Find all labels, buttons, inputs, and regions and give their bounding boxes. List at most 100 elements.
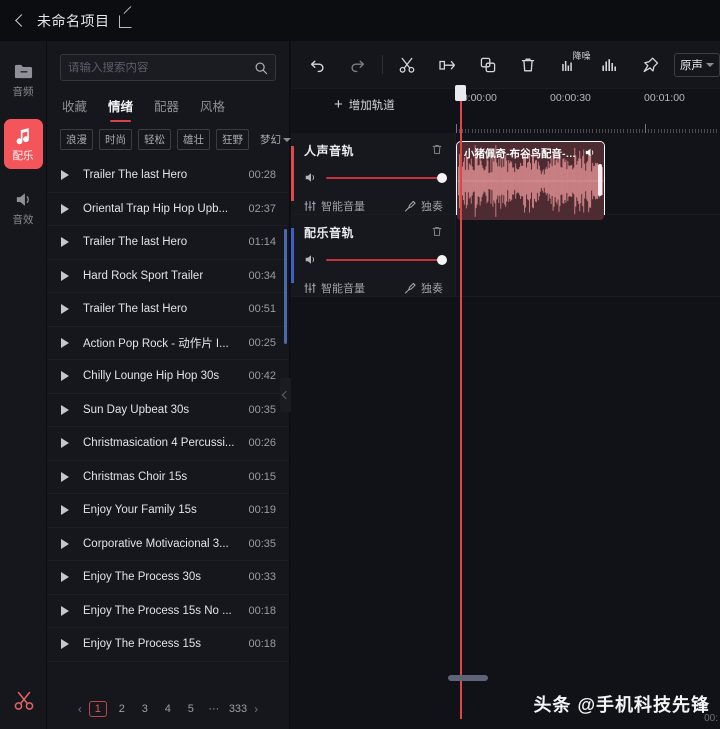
split-button[interactable]	[387, 42, 427, 88]
timeline-ruler[interactable]: 00:00:00 00:00:30 00:01:00	[456, 89, 720, 133]
page-number[interactable]: 333	[229, 703, 247, 715]
speaker-icon[interactable]	[304, 171, 318, 184]
volume-slider-knob[interactable]	[437, 254, 447, 265]
tag-chip[interactable]: 时尚	[99, 129, 132, 150]
speaker-icon[interactable]	[584, 147, 597, 158]
audio-mode-dropdown[interactable]: 原声	[673, 52, 720, 77]
delete-button[interactable]	[508, 42, 548, 88]
song-row[interactable]: Enjoy The Process 15s 00:18	[47, 628, 289, 662]
editor-toolbar: 降噪 原声	[291, 41, 720, 89]
tab-collection[interactable]: 收藏	[62, 96, 87, 122]
song-list[interactable]: Trailer The last Hero 00:28 Oriental Trap …	[47, 159, 289, 689]
track-lane[interactable]	[456, 215, 720, 296]
song-duration: 00:15	[248, 470, 276, 483]
song-row[interactable]: Enjoy The Process 15s No ... 00:18	[47, 595, 289, 628]
undo-button[interactable]	[297, 42, 337, 88]
song-row[interactable]: Oriental Trap Hip Hop Upb... 02:37	[47, 193, 289, 226]
song-row[interactable]: Trailer The last Hero 00:28	[47, 159, 289, 193]
song-row[interactable]: Enjoy The Process 30s 00:33	[47, 561, 289, 595]
search-icon[interactable]	[254, 61, 268, 75]
rail-item-music[interactable]: 配乐	[3, 119, 43, 169]
page-number[interactable]: 4	[160, 703, 176, 715]
song-row[interactable]: Corporative Motivacional 3... 00:35	[47, 528, 289, 561]
sliders-icon	[304, 282, 316, 294]
panel-scrollbar[interactable]	[284, 229, 287, 344]
pagination-next[interactable]: ›	[254, 702, 258, 716]
add-track-button[interactable]: + 增加轨道	[334, 97, 395, 113]
song-row[interactable]: Christmas Choir 15s 00:15	[47, 461, 289, 494]
play-icon[interactable]	[61, 471, 69, 482]
speaker-icon[interactable]	[304, 253, 318, 266]
clip-resize-handle-right[interactable]	[598, 164, 602, 196]
play-icon[interactable]	[61, 170, 69, 181]
play-icon[interactable]	[61, 438, 69, 449]
ruler-label: 00:00:00	[456, 92, 497, 104]
trash-icon[interactable]	[430, 224, 444, 239]
song-row[interactable]: Chilly Lounge Hip Hop 30s 00:42	[47, 360, 289, 394]
song-row[interactable]: Trailer The last Hero 00:51	[47, 293, 289, 327]
song-row[interactable]: Hard Rock Sport Trailer 00:34	[47, 260, 289, 293]
search-bar[interactable]	[60, 54, 276, 81]
track-header[interactable]: 配乐音轨 智能音量 独奏	[291, 215, 456, 296]
pagination-prev[interactable]: ‹	[78, 702, 82, 716]
trash-icon[interactable]	[430, 142, 444, 157]
solo-toggle[interactable]: 独奏	[404, 280, 443, 296]
trim-clip-icon	[438, 60, 455, 70]
equalizer-button[interactable]	[589, 42, 629, 88]
edit-pencil-icon[interactable]	[118, 13, 134, 28]
volume-slider-knob[interactable]	[437, 172, 447, 183]
tag-chip[interactable]: 轻松	[138, 129, 171, 150]
song-duration: 00:26	[248, 437, 276, 450]
page-number[interactable]: 5	[183, 703, 199, 715]
tag-chip-more[interactable]: 梦幻	[255, 130, 291, 149]
volume-slider[interactable]	[326, 254, 447, 265]
play-icon[interactable]	[61, 538, 69, 549]
play-icon[interactable]	[61, 605, 69, 616]
denoise-button[interactable]: 降噪	[549, 42, 591, 88]
play-icon[interactable]	[61, 371, 69, 382]
song-row[interactable]: Enjoy Your Family 15s 00:19	[47, 494, 289, 528]
trim-button[interactable]	[427, 42, 467, 88]
timeline-horizontal-scrollbar[interactable]	[448, 675, 488, 681]
play-icon[interactable]	[61, 203, 69, 214]
redo-button[interactable]	[337, 42, 377, 88]
audio-clip[interactable]: 小猪佩奇-布谷鸟配音-16...	[456, 141, 605, 221]
tab-style[interactable]: 风格	[200, 96, 225, 122]
play-icon[interactable]	[61, 304, 69, 315]
page-number[interactable]: 3	[137, 703, 153, 715]
volume-slider[interactable]	[326, 172, 447, 183]
tag-chip[interactable]: 浪漫	[60, 129, 93, 150]
music-note-icon	[16, 127, 29, 144]
play-icon[interactable]	[61, 505, 69, 516]
scissors-icon[interactable]	[12, 689, 36, 713]
play-icon[interactable]	[61, 270, 69, 281]
song-row[interactable]: Trailer The last Hero 01:14	[47, 226, 289, 260]
tag-chip[interactable]: 狂野	[216, 129, 249, 150]
song-row[interactable]: Sun Day Upbeat 30s 00:35	[47, 394, 289, 427]
tag-chip[interactable]: 雄壮	[177, 129, 210, 150]
page-number[interactable]: 1	[88, 701, 107, 717]
keyframe-button[interactable]	[630, 42, 670, 88]
rail-item-audio[interactable]: 音频	[4, 55, 43, 105]
trash-icon	[522, 58, 535, 71]
play-icon[interactable]	[61, 639, 69, 650]
smart-volume-toggle[interactable]: 智能音量	[304, 280, 365, 296]
tab-mood[interactable]: 情绪	[108, 96, 133, 122]
play-icon[interactable]	[61, 572, 69, 583]
tab-instrument[interactable]: 配器	[154, 96, 179, 122]
play-icon[interactable]	[61, 237, 69, 248]
solo-toggle[interactable]: 独奏	[404, 198, 443, 214]
track-lane[interactable]: 小猪佩奇-布谷鸟配音-16...	[456, 133, 720, 221]
play-icon[interactable]	[61, 404, 69, 415]
song-row[interactable]: Christmasication 4 Percussi... 00:26	[47, 427, 289, 461]
track-header[interactable]: 人声音轨 智能音量 独奏	[291, 133, 456, 214]
panel-collapse-handle[interactable]	[280, 378, 291, 412]
page-number[interactable]: 2	[114, 703, 130, 715]
play-icon[interactable]	[61, 337, 69, 348]
copy-button[interactable]	[468, 42, 508, 88]
smart-volume-toggle[interactable]: 智能音量	[304, 198, 365, 214]
rail-item-sfx[interactable]: 音效	[4, 183, 43, 233]
song-row[interactable]: Action Pop Rock - 动作片 I... 00:25	[47, 327, 289, 360]
back-chevron-icon[interactable]	[12, 13, 28, 29]
search-input[interactable]	[68, 61, 254, 74]
